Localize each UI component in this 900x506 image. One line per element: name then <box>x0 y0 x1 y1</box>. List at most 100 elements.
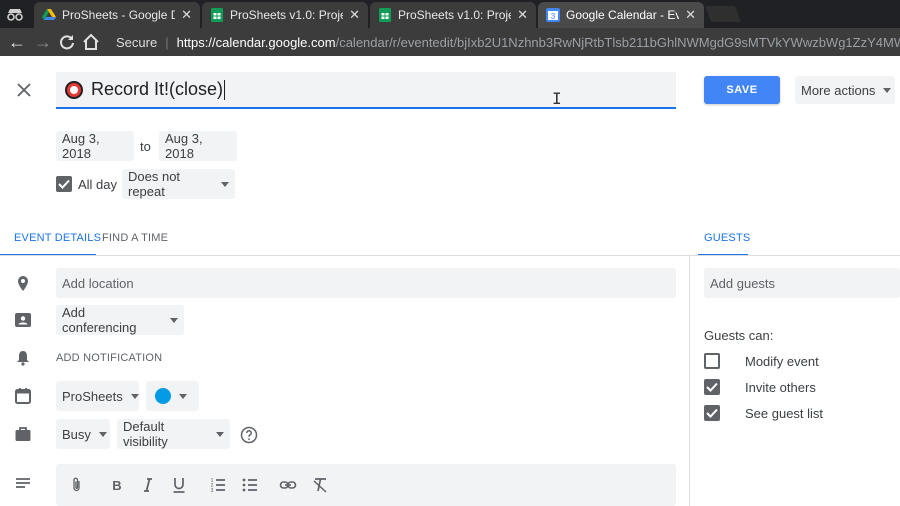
checkmark-icon <box>58 179 70 189</box>
tab-event-details[interactable]: EVENT DETAILS <box>14 232 101 244</box>
close-icon[interactable] <box>14 80 34 100</box>
secure-label: Secure <box>116 34 158 50</box>
modify-event-label: Modify event <box>745 354 819 369</box>
add-guests-input[interactable]: Add guests <box>704 268 900 298</box>
chevron-down-icon <box>179 393 187 399</box>
all-day-label: All day <box>78 177 118 192</box>
description-editor[interactable]: B 1 2 3 <box>56 464 676 506</box>
chevron-down-icon <box>170 317 178 323</box>
chevron-down-icon <box>130 393 139 399</box>
event-color-picker[interactable] <box>146 381 199 411</box>
location-input[interactable]: Add location <box>56 268 676 298</box>
more-actions-label: More actions <box>801 82 876 98</box>
description-icon <box>16 478 30 488</box>
tab-find-a-time[interactable]: FIND A TIME <box>102 232 168 244</box>
conferencing-icon <box>15 313 31 327</box>
start-date-field[interactable]: Aug 3, 2018 <box>56 131 134 161</box>
tabs-divider <box>0 255 900 256</box>
tab-close-icon[interactable]: ✕ <box>349 7 360 23</box>
bell-icon <box>17 351 29 366</box>
invite-others-label: Invite others <box>745 380 816 395</box>
svg-text:3: 3 <box>211 488 214 494</box>
browser-tab-calendar[interactable]: 3 Google Calendar - Event ✕ <box>538 2 704 28</box>
home-icon[interactable] <box>80 31 102 53</box>
tab-close-icon[interactable]: ✕ <box>517 7 528 23</box>
chevron-down-icon <box>221 181 229 187</box>
clear-formatting-icon[interactable] <box>311 476 329 494</box>
incognito-icon <box>7 9 23 21</box>
calendar-select-label: ProSheets <box>62 388 123 404</box>
conferencing-label: Add conferencing <box>62 305 137 335</box>
underline-icon[interactable] <box>170 476 188 494</box>
chevron-down-icon <box>883 87 892 93</box>
repeat-dropdown[interactable]: Does not repeat <box>122 169 235 199</box>
guests-can-label: Guests can: <box>704 328 774 343</box>
tab-guests[interactable]: GUESTS <box>704 232 750 244</box>
browser-toolbar: ← → Secure | https://calendar.google.com… <box>0 28 900 56</box>
checkmark-icon <box>706 382 718 392</box>
chevron-down-icon <box>216 431 224 437</box>
invite-others-checkbox[interactable] <box>704 379 720 395</box>
attachment-icon[interactable] <box>68 476 86 494</box>
panel-divider <box>689 256 690 506</box>
sheets-icon <box>379 8 391 22</box>
link-icon[interactable] <box>279 476 297 494</box>
checkmark-icon <box>706 408 718 418</box>
event-title-input[interactable]: Record It!(close) <box>56 72 676 109</box>
browser-tab-strip: ProSheets - Google Drive ✕ ProSheets v1.… <box>0 0 900 28</box>
back-arrow-icon[interactable]: ← <box>6 31 28 53</box>
all-day-checkbox[interactable] <box>56 176 72 192</box>
more-actions-button[interactable]: More actions <box>795 76 895 104</box>
repeat-dropdown-label: Does not repeat <box>128 169 181 199</box>
see-guest-list-label: See guest list <box>745 406 824 421</box>
forward-arrow-icon[interactable]: → <box>32 31 54 53</box>
tab-close-icon[interactable]: ✕ <box>181 7 192 23</box>
url-separator: | <box>165 34 169 50</box>
svg-text:B: B <box>112 478 121 493</box>
save-button[interactable]: SAVE <box>704 76 780 104</box>
new-tab-button[interactable] <box>705 6 741 22</box>
event-color-swatch <box>155 388 171 404</box>
mouse-cursor-ibeam-icon: I <box>552 89 562 108</box>
visibility-dropdown[interactable]: Default visibility <box>117 419 230 449</box>
calendar-select[interactable]: ProSheets <box>56 381 139 411</box>
italic-icon[interactable] <box>139 476 157 494</box>
date-range-to-label: to <box>140 139 151 154</box>
end-date-field[interactable]: Aug 3, 2018 <box>159 131 237 161</box>
record-icon <box>65 80 83 99</box>
chevron-down-icon <box>98 431 107 437</box>
modify-event-checkbox[interactable] <box>704 353 720 369</box>
tab-title: ProSheets - Google Drive <box>62 8 176 22</box>
calendar-icon: 3 <box>546 8 560 22</box>
help-icon[interactable] <box>240 426 258 444</box>
calendar-icon <box>15 388 31 404</box>
event-title-text: Record It!(close) <box>91 79 224 99</box>
reload-icon[interactable] <box>56 31 78 53</box>
location-pin-icon <box>18 276 28 291</box>
address-bar[interactable]: Secure | https://calendar.google.com/cal… <box>110 31 900 53</box>
availability-dropdown[interactable]: Busy <box>56 419 110 449</box>
bold-icon[interactable]: B <box>108 476 126 494</box>
visibility-label: Default visibility <box>123 419 168 449</box>
tab-title: Google Calendar - Event <box>566 8 680 22</box>
url-host: https://calendar.google.com <box>176 34 336 50</box>
drive-icon <box>42 9 56 20</box>
tab-title: ProSheets v1.0: Project M <box>398 8 511 22</box>
event-edit-page: Record It!(close) I SAVE More actions Au… <box>0 56 900 506</box>
briefcase-icon <box>15 427 31 441</box>
add-notification-link[interactable]: ADD NOTIFICATION <box>56 352 162 364</box>
bulleted-list-icon[interactable] <box>241 476 259 494</box>
browser-tab-sheets-1[interactable]: ProSheets v1.0: Project M ✕ <box>202 2 368 28</box>
browser-tab-drive[interactable]: ProSheets - Google Drive ✕ <box>34 2 200 28</box>
browser-tab-sheets-2[interactable]: ProSheets v1.0: Project M ✕ <box>370 2 536 28</box>
tab-close-icon[interactable]: ✕ <box>685 7 696 23</box>
numbered-list-icon[interactable]: 1 2 3 <box>209 476 227 494</box>
calendar-icon-day: 3 <box>551 12 556 21</box>
tab-title: ProSheets v1.0: Project M <box>230 8 343 22</box>
sheets-icon <box>211 8 223 22</box>
conferencing-dropdown[interactable]: Add conferencing <box>56 305 184 335</box>
availability-label: Busy <box>62 426 91 442</box>
text-caret <box>224 79 226 100</box>
url-path: /calendar/r/eventedit/bjIxb2U1Nzhnb3RwNj… <box>335 34 900 50</box>
see-guest-list-checkbox[interactable] <box>704 405 720 421</box>
